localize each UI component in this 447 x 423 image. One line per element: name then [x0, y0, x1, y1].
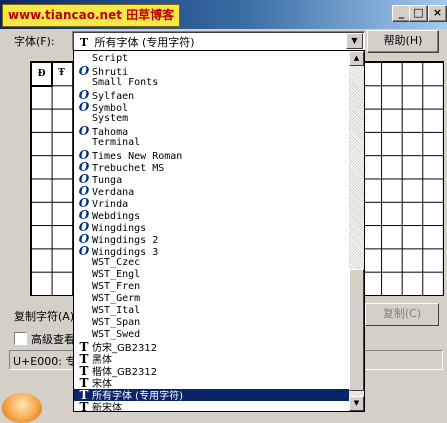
- font-dropdown-list[interactable]: Script O Shruti Small Fonts O Sylfaen O Symbol S…: [73, 50, 365, 412]
- font-list-item-label: WST_Czec: [92, 257, 141, 268]
- truetype-icon: T: [79, 400, 89, 412]
- maximize-button[interactable]: □: [409, 5, 428, 22]
- font-list-item-label: WST_Span: [92, 317, 141, 328]
- scrollbar-thumb[interactable]: [349, 269, 364, 391]
- font-list-item[interactable]: O Verdana: [74, 185, 349, 198]
- opentype-icon: O: [78, 124, 90, 138]
- chevron-down-icon[interactable]: ▼: [346, 33, 363, 49]
- font-list-item[interactable]: WST_Czec: [74, 257, 349, 269]
- font-list-item[interactable]: WST_Swed: [74, 329, 349, 341]
- font-label: 字体(F):: [14, 35, 55, 48]
- opentype-icon: O: [78, 244, 90, 258]
- font-list-item[interactable]: Script: [74, 53, 349, 65]
- font-list-item[interactable]: WST_Fren: [74, 281, 349, 293]
- font-list-item[interactable]: O Tahoma: [74, 124, 349, 138]
- scroll-up-icon[interactable]: ▲: [349, 51, 364, 66]
- font-select-value-wrap: T 所有字体 (专用字符): [77, 34, 195, 50]
- font-list-item[interactable]: O Wingdings: [74, 221, 349, 234]
- font-select[interactable]: T 所有字体 (专用字符) ▼: [72, 31, 365, 51]
- font-list-item[interactable]: WST_Germ: [74, 293, 349, 305]
- advanced-view-checkbox[interactable]: [14, 332, 27, 345]
- help-button[interactable]: 帮助(H): [367, 30, 439, 53]
- font-list-item[interactable]: System: [74, 113, 349, 125]
- truetype-icon: T: [79, 36, 89, 49]
- font-list-item[interactable]: WST_Engl: [74, 269, 349, 281]
- font-list-item-label: Small Fonts: [92, 77, 159, 88]
- font-list-item[interactable]: T 新宋体: [74, 400, 349, 412]
- character-cell[interactable]: Ŧ: [52, 62, 71, 84]
- font-list-item-label: System: [92, 113, 129, 124]
- font-list-item[interactable]: O Webdings: [74, 209, 349, 222]
- opentype-icon: O: [78, 64, 90, 78]
- font-list-item-label: Terminal: [92, 137, 141, 148]
- character-cell-selected[interactable]: Ð: [30, 61, 53, 87]
- advanced-view-label: 高级查看: [31, 333, 75, 346]
- font-select-value: 所有字体 (专用字符): [94, 36, 195, 49]
- close-button[interactable]: ×: [428, 5, 447, 22]
- copy-characters-label: 复制字符(A):: [14, 310, 78, 323]
- scroll-down-icon[interactable]: ▼: [349, 396, 364, 411]
- font-list-item[interactable]: O Symbol: [74, 100, 349, 114]
- font-list-item[interactable]: WST_Span: [74, 317, 349, 329]
- font-list-item[interactable]: T 宋体: [74, 377, 349, 390]
- site-watermark-banner: www.tiancao.net 田草博客: [2, 4, 181, 27]
- font-list-item[interactable]: O Wingdings 2: [74, 233, 349, 246]
- opentype-icon: O: [78, 100, 90, 114]
- font-list-item[interactable]: O Times New Roman: [74, 149, 349, 162]
- font-list-item-label: 新宋体: [92, 403, 122, 412]
- font-list-item[interactable]: WST_Ital: [74, 305, 349, 317]
- font-list-item[interactable]: O Trebuchet MS: [74, 161, 349, 174]
- font-list-item-label: WST_Germ: [92, 293, 141, 304]
- font-list-item[interactable]: T 楷体_GB2312: [74, 365, 349, 378]
- start-orb-icon[interactable]: [2, 393, 42, 423]
- title-bar: www.tiancao.net 田草博客 _ □ ×: [0, 0, 447, 29]
- font-list-item[interactable]: O Vrinda: [74, 197, 349, 210]
- copy-button[interactable]: 复制(C): [365, 303, 439, 326]
- font-list-item-label: WST_Engl: [92, 269, 141, 280]
- font-list-item[interactable]: Terminal: [74, 137, 349, 149]
- font-list-item[interactable]: O Sylfaen: [74, 89, 349, 102]
- font-list-item[interactable]: T 所有字体 (专用字符): [74, 389, 349, 402]
- font-list-item[interactable]: O Shruti: [74, 64, 349, 78]
- font-list-item[interactable]: Small Fonts: [74, 77, 349, 89]
- font-list-item[interactable]: O Wingdings 3: [74, 244, 349, 258]
- font-list-item-label: WST_Fren: [92, 281, 141, 292]
- status-text: U+E000: 专: [13, 355, 77, 368]
- font-list-item-label: Script: [92, 53, 129, 64]
- font-list-item-label: WST_Swed: [92, 329, 141, 340]
- font-list-item[interactable]: O Tunga: [74, 173, 349, 186]
- font-list-item[interactable]: T 仿宋_GB2312: [74, 341, 349, 354]
- font-list-item[interactable]: T 黑体: [74, 353, 349, 366]
- font-list-item-label: WST_Ital: [92, 305, 141, 316]
- dropdown-scrollbar[interactable]: ▲ ▼: [349, 51, 364, 411]
